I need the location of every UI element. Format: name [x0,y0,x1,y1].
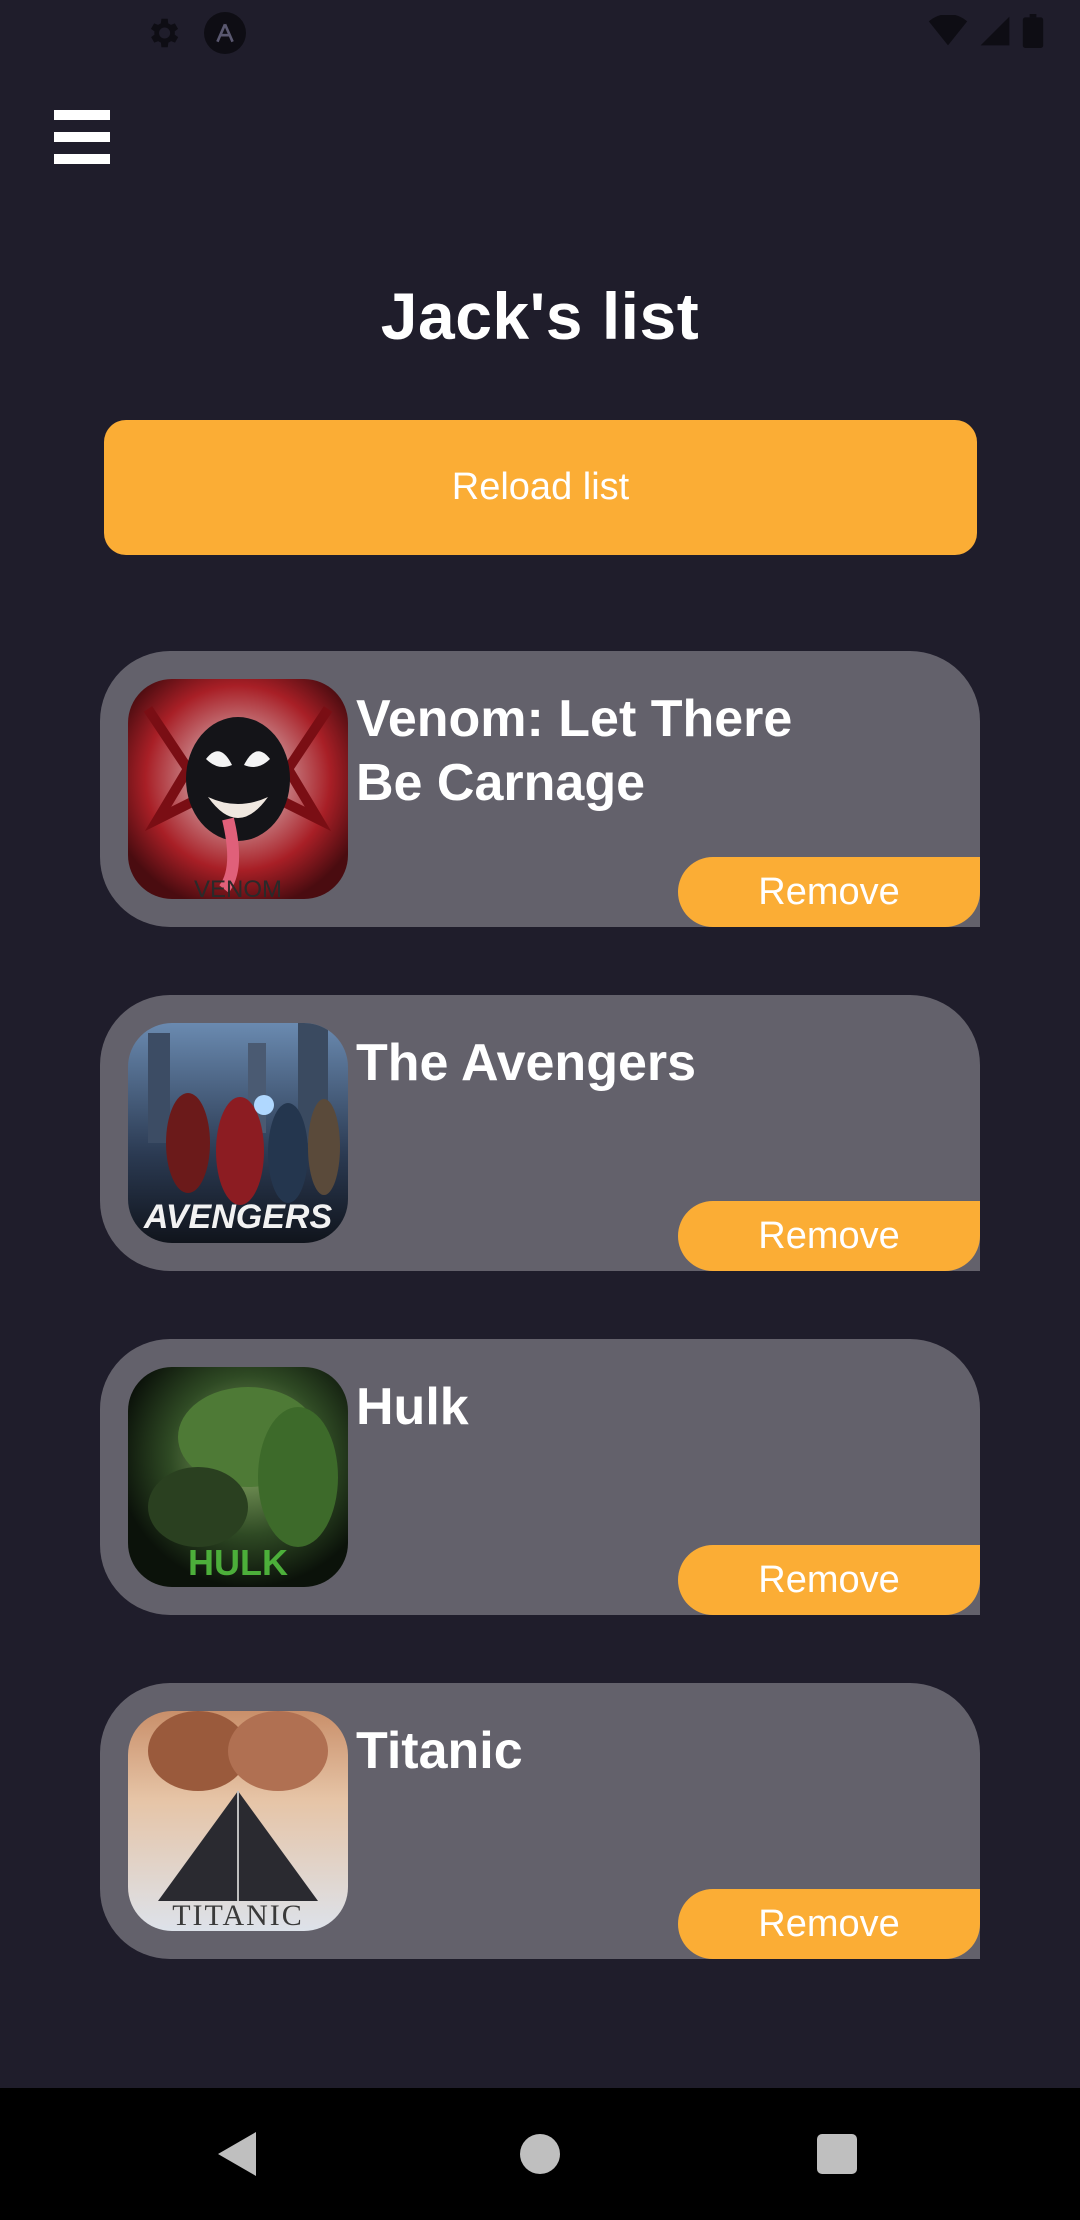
avengers-poster-image: AVENGERS [128,1023,348,1243]
remove-button[interactable]: Remove [678,857,980,927]
movie-card: HULK Hulk Remove [100,1339,980,1615]
movie-title: Venom: Let There Be Carnage [356,690,793,812]
hulk-poster-image: HULK [128,1367,348,1587]
menu-bar-middle [54,132,110,142]
auto-a-icon [204,12,246,54]
back-icon[interactable] [218,2132,256,2176]
poster-text: AVENGERS [143,1198,333,1236]
remove-button[interactable]: Remove [678,1889,980,1959]
cellular-signal-icon [980,16,1010,46]
movie-card: TITANIC Titanic Remove [100,1683,980,1959]
movie-poster[interactable]: AVENGERS [128,1023,348,1243]
poster-text: VENOM [194,876,282,899]
movie-title: Hulk [356,1378,469,1436]
venom-poster-image: VENOM [128,679,348,899]
status-left-icons [144,12,246,54]
recents-icon[interactable] [817,2134,857,2174]
movie-card: AVENGERS The Avengers Remove [100,995,980,1271]
status-bar [0,0,1080,66]
poster-text: TITANIC [172,1899,304,1931]
gear-icon [150,18,179,48]
battery-icon [1022,14,1044,48]
hamburger-menu-icon[interactable] [54,110,110,164]
poster-text: HULK [188,1542,288,1583]
remove-button[interactable]: Remove [678,1545,980,1615]
movie-poster[interactable]: HULK [128,1367,348,1587]
reload-list-button[interactable]: Reload list [104,420,977,555]
status-right-icons [928,14,1044,48]
wifi-icon [928,15,968,46]
movie-title: The Avengers [356,1034,697,1092]
page-title: Jack's list [380,279,700,353]
remove-button[interactable]: Remove [678,1201,980,1271]
movie-title: Titanic [356,1722,523,1780]
titanic-poster-image: TITANIC [128,1711,348,1931]
menu-bar-top [54,110,110,120]
movie-poster[interactable]: VENOM [128,679,348,899]
movie-card: VENOM Venom: Let There Be Carnage Remove [100,651,980,927]
movie-poster[interactable]: TITANIC [128,1711,348,1931]
home-icon[interactable] [520,2134,560,2174]
system-nav-bar [0,2088,1080,2220]
menu-bar-bottom [54,154,110,164]
